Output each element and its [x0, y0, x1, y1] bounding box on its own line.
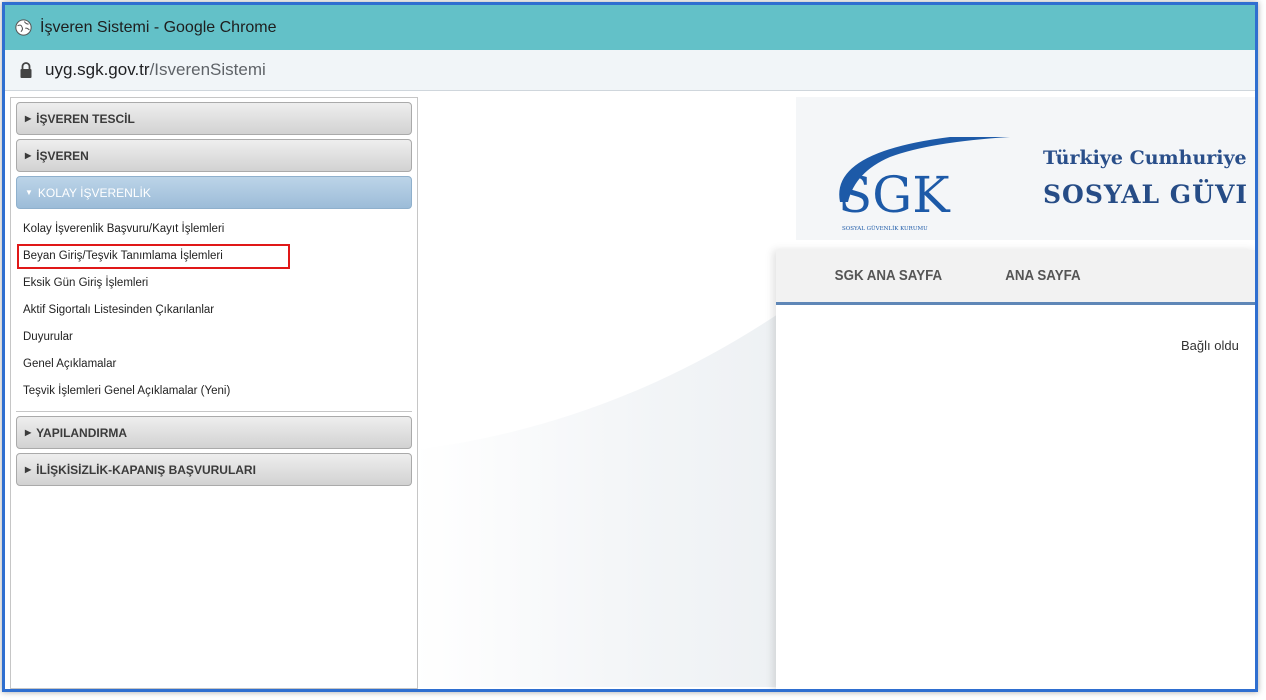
- sgk-logo-text: SGK: [838, 166, 951, 224]
- nav-ana-sayfa[interactable]: ANA SAYFA: [1005, 268, 1080, 284]
- content-panel: SGK ANA SAYFA ANA SAYFA Bağlı oldu: [776, 250, 1255, 689]
- url-domain: uyg.sgk.gov.tr: [45, 60, 150, 79]
- url-path: /IsverenSistemi: [149, 60, 266, 79]
- url-text[interactable]: uyg.sgk.gov.tr/IsverenSistemi: [45, 60, 266, 80]
- globe-icon: [15, 19, 32, 36]
- accordion-isveren[interactable]: ▶ İŞVEREN: [16, 139, 412, 172]
- accordion-label: YAPILANDIRMA: [36, 425, 128, 440]
- menu-item-duyurular[interactable]: Duyurular: [16, 324, 412, 351]
- sgk-logo[interactable]: SGK SOSYAL GÜVENLİK KURUMU: [810, 132, 1010, 232]
- top-nav: SGK ANA SAYFA ANA SAYFA: [776, 250, 1255, 305]
- menu-item-tesvik-aciklamalar[interactable]: Teşvik İşlemleri Genel Açıklamalar (Yeni…: [16, 378, 412, 405]
- lock-icon: [20, 62, 32, 78]
- accordion-panel-kolay-isverenlik: Kolay İşverenlik Başvuru/Kayıt İşlemleri…: [16, 212, 412, 412]
- accordion-label: İŞVEREN TESCİL: [36, 111, 135, 126]
- browser-window: İşveren Sistemi - Google Chrome uyg.sgk.…: [2, 2, 1258, 692]
- banner-title-line2: SOSYAL GÜVI: [1043, 180, 1249, 209]
- menu-item-aktif-sigortali[interactable]: Aktif Sigortalı Listesinden Çıkarılanlar: [16, 297, 412, 324]
- accordion-label: İŞVEREN: [36, 148, 89, 163]
- accordion-kolay-isverenlik[interactable]: ▼ KOLAY İŞVERENLİK: [16, 176, 412, 209]
- caret-right-icon: ▶: [25, 114, 32, 123]
- nav-sgk-ana-sayfa[interactable]: SGK ANA SAYFA: [835, 268, 942, 284]
- menu-item-eksik-gun[interactable]: Eksik Gün Giriş İşlemleri: [16, 270, 412, 297]
- accordion-label: KOLAY İŞVERENLİK: [37, 185, 151, 200]
- address-bar[interactable]: uyg.sgk.gov.tr/IsverenSistemi: [5, 50, 1255, 91]
- accordion-isveren-tescil[interactable]: ▶ İŞVEREN TESCİL: [16, 102, 412, 135]
- caret-down-icon: ▼: [25, 188, 33, 197]
- menu-item-basvuru-kayit[interactable]: Kolay İşverenlik Başvuru/Kayıt İşlemleri: [16, 216, 412, 243]
- menu-item-genel-aciklamalar[interactable]: Genel Açıklamalar: [16, 351, 412, 378]
- accordion-iliskisizlik-kapanis[interactable]: ▶ İLİŞKİSİZLİK-KAPANIŞ BAŞVURULARI: [16, 453, 412, 486]
- window-titlebar: İşveren Sistemi - Google Chrome: [5, 5, 1255, 50]
- caret-right-icon: ▶: [25, 428, 32, 437]
- caret-right-icon: ▶: [25, 151, 32, 160]
- accordion-label: İLİŞKİSİZLİK-KAPANIŞ BAŞVURULARI: [36, 462, 256, 477]
- accordion-yapilandirma[interactable]: ▶ YAPILANDIRMA: [16, 416, 412, 449]
- window-title: İşveren Sistemi - Google Chrome: [40, 18, 277, 36]
- caret-right-icon: ▶: [25, 465, 32, 474]
- banner-title-line1: Türkiye Cumhuriye: [1043, 147, 1247, 169]
- menu-item-beyan-giris[interactable]: Beyan Giriş/Teşvik Tanımlama İşlemleri: [16, 243, 291, 270]
- sidebar-accordion: ▶ İŞVEREN TESCİL ▶ İŞVEREN ▼ KOLAY İŞVER…: [10, 97, 418, 689]
- sgk-logo-subtext: SOSYAL GÜVENLİK KURUMU: [842, 225, 928, 232]
- content-text: Bağlı oldu: [1181, 338, 1239, 353]
